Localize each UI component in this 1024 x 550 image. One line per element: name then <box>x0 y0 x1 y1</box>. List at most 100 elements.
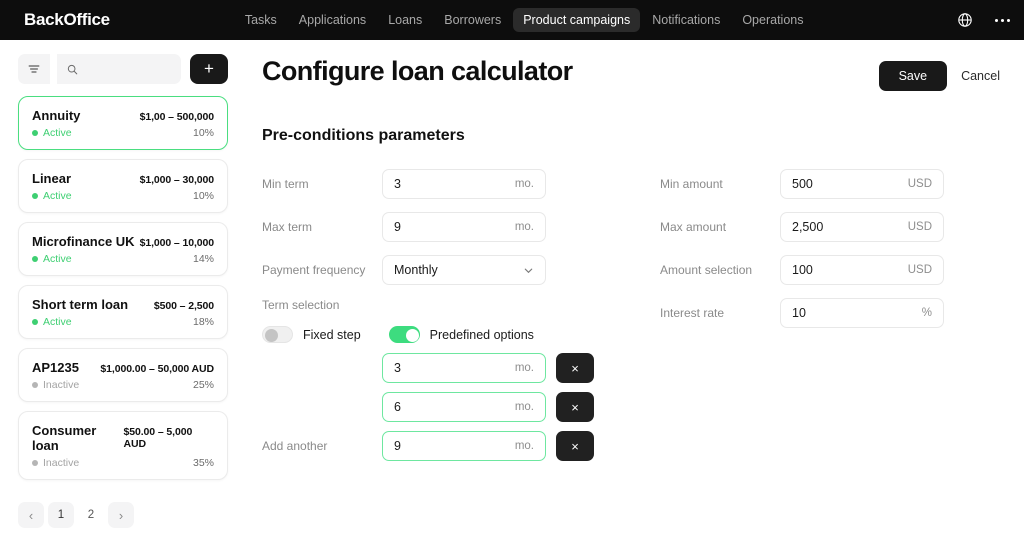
campaign-card[interactable]: Consumer loan $50.00 – 5,000 AUD Inactive 3… <box>18 411 228 480</box>
max-term-input-container[interactable]: mo. <box>382 212 546 242</box>
field-max-term: Max term mo. <box>262 212 602 242</box>
predefined-options-toggle-group[interactable]: Predefined options <box>388 326 534 343</box>
pagination-page-1[interactable]: 1 <box>48 502 74 528</box>
pagination-prev-chevron-left-icon[interactable]: ‹ <box>18 502 44 528</box>
campaign-amount-range: $1,00 – 500,000 <box>139 111 215 123</box>
status-dot-icon <box>32 130 38 136</box>
search-input[interactable] <box>85 62 181 76</box>
payment-frequency-select[interactable]: Monthly <box>382 255 546 285</box>
parameters-form: Min term mo. Max term mo. Payment freque… <box>262 169 1000 470</box>
status-dot-icon <box>32 460 38 466</box>
field-max-amount: Max amount USD <box>660 212 1000 242</box>
campaign-card[interactable]: AP1235 $1,000.00 – 50,000 AUD Inactive 25% <box>18 348 228 402</box>
campaign-name: Short term loan <box>32 297 129 312</box>
add-campaign-button[interactable]: + <box>190 54 228 84</box>
nav-item-product-campaigns[interactable]: Product campaigns <box>513 8 641 32</box>
term-selection-toggles: Fixed step Predefined options <box>262 326 602 343</box>
term-option-input[interactable] <box>394 400 509 414</box>
fixed-step-toggle[interactable] <box>262 326 293 343</box>
nav-item-tasks[interactable]: Tasks <box>235 8 287 32</box>
header-actions: Save Cancel <box>878 61 1000 91</box>
campaign-amount-range: $1,000 – 30,000 <box>139 174 215 186</box>
filter-icon[interactable] <box>18 54 50 84</box>
min-term-suffix: mo. <box>514 178 534 190</box>
max-amount-input[interactable] <box>792 220 902 234</box>
amount-selection-input-container[interactable]: USD <box>780 255 944 285</box>
search-input-container[interactable] <box>57 54 181 84</box>
top-navigation-bar: BackOffice Tasks Applications Loans Borrowe… <box>0 0 1024 40</box>
status-label: Active <box>43 190 72 202</box>
campaign-name: Linear <box>32 171 72 186</box>
max-term-input[interactable] <box>394 220 509 234</box>
term-option-suffix: mo. <box>514 440 534 452</box>
amount-selection-input[interactable] <box>792 263 902 277</box>
fixed-step-toggle-group[interactable]: Fixed step <box>262 326 361 343</box>
term-option-input-container[interactable]: mo. <box>382 353 546 383</box>
payment-frequency-value: Monthly <box>394 263 438 277</box>
field-payment-frequency: Payment frequency Monthly <box>262 255 602 285</box>
term-option-input[interactable] <box>394 361 509 375</box>
interest-rate-input[interactable] <box>792 306 916 320</box>
interest-rate-suffix: % <box>921 307 932 319</box>
remove-term-option-close-icon[interactable]: × <box>556 353 594 383</box>
status-label: Inactive <box>43 379 80 391</box>
pagination: ‹ 1 2 › <box>18 502 228 528</box>
term-selection-label: Term selection <box>262 298 340 312</box>
pagination-next-chevron-right-icon[interactable]: › <box>108 502 134 528</box>
campaign-interest-rate: 25% <box>192 379 214 391</box>
status-dot-icon <box>32 319 38 325</box>
label-max-term: Max term <box>262 220 313 234</box>
app-brand-logo: BackOffice <box>24 10 110 29</box>
status-label: Active <box>43 253 72 265</box>
pagination-page-2[interactable]: 2 <box>78 502 104 528</box>
campaign-list: Annuity $1,00 – 500,000 Active 10% Linear $1,… <box>18 96 228 480</box>
remove-term-option-close-icon[interactable]: × <box>556 392 594 422</box>
remove-term-option-close-icon[interactable]: × <box>556 431 594 461</box>
max-term-suffix: mo. <box>514 221 534 233</box>
min-amount-input-container[interactable]: USD <box>780 169 944 199</box>
chevron-down-icon <box>524 268 533 273</box>
label-min-amount: Min amount <box>660 177 723 191</box>
more-options-icon[interactable] <box>995 18 1010 22</box>
campaign-card[interactable]: Microfinance UK $1,000 – 10,000 Active 14% <box>18 222 228 276</box>
label-amount-selection: Amount selection <box>660 263 753 277</box>
nav-item-notifications[interactable]: Notifications <box>642 8 730 32</box>
page-body: + Annuity $1,00 – 500,000 Active 10% Linear $… <box>0 40 1024 550</box>
campaign-name: Annuity <box>32 108 81 123</box>
term-option-suffix: mo. <box>514 401 534 413</box>
fixed-step-label: Fixed step <box>303 327 361 342</box>
predefined-option-rows: mo. × mo. × Add another mo. × <box>262 353 602 461</box>
predefined-options-toggle[interactable] <box>388 326 420 343</box>
status-badge: Active <box>32 316 72 328</box>
save-button[interactable]: Save <box>878 61 948 91</box>
page-title: Configure loan calculator <box>262 56 573 86</box>
max-amount-input-container[interactable]: USD <box>780 212 944 242</box>
term-option-input-container[interactable]: mo. <box>382 392 546 422</box>
cancel-button[interactable]: Cancel <box>961 69 1000 83</box>
nav-item-borrowers[interactable]: Borrowers <box>434 8 511 32</box>
campaign-card[interactable]: Annuity $1,00 – 500,000 Active 10% <box>18 96 228 150</box>
status-dot-icon <box>32 382 38 388</box>
term-option-input-container[interactable]: mo. <box>382 431 546 461</box>
nav-item-operations[interactable]: Operations <box>732 8 813 32</box>
campaign-sidebar: + Annuity $1,00 – 500,000 Active 10% Linear $… <box>0 40 244 550</box>
interest-rate-input-container[interactable]: % <box>780 298 944 328</box>
nav-item-loans[interactable]: Loans <box>378 8 432 32</box>
term-option-suffix: mo. <box>514 362 534 374</box>
campaign-interest-rate: 10% <box>192 190 214 202</box>
topbar-right-actions <box>957 0 1010 40</box>
min-term-input-container[interactable]: mo. <box>382 169 546 199</box>
right-column: Min amountUSDMax amountUSDAmount selecti… <box>660 169 1000 470</box>
campaign-card[interactable]: Linear $1,000 – 30,000 Active 10% <box>18 159 228 213</box>
term-option-input[interactable] <box>394 439 509 453</box>
nav-item-applications[interactable]: Applications <box>289 8 376 32</box>
min-amount-suffix: USD <box>907 178 932 190</box>
globe-icon[interactable] <box>957 12 973 28</box>
campaign-card[interactable]: Short term loan $500 – 2,500 Active 18% <box>18 285 228 339</box>
min-term-input[interactable] <box>394 177 509 191</box>
min-amount-input[interactable] <box>792 177 902 191</box>
amount-selection-suffix: USD <box>907 264 932 276</box>
campaign-amount-range: $500 – 2,500 <box>153 300 214 312</box>
status-label: Active <box>43 127 72 139</box>
field-amount-selection: Amount selection USD <box>660 255 1000 285</box>
